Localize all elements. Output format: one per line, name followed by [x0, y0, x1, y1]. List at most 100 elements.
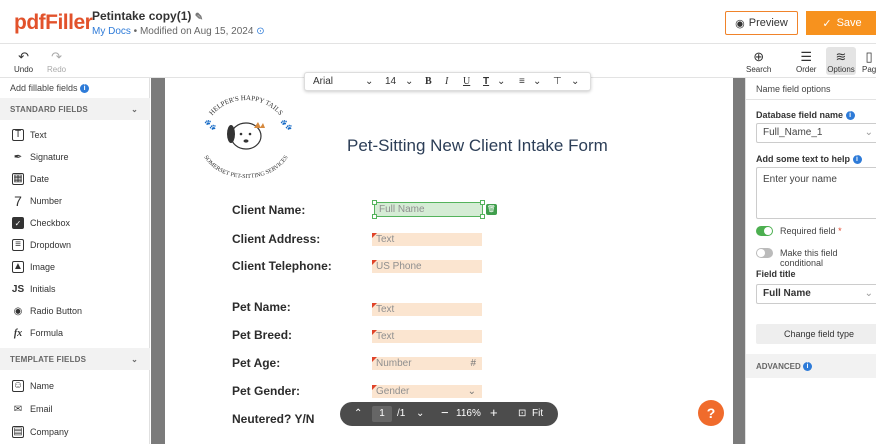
required-toggle[interactable] [756, 226, 773, 236]
zoom-in-button[interactable]: + [490, 405, 498, 420]
client-address-field[interactable]: Text [372, 233, 482, 246]
bold-button[interactable]: B [425, 76, 432, 87]
zoom-level[interactable]: 116% [456, 408, 481, 419]
fit-button[interactable]: Fit [532, 408, 543, 419]
chevron-down-icon[interactable]: ⌄ [571, 76, 579, 87]
resize-handle[interactable] [372, 200, 377, 205]
edit-pencil-icon[interactable]: ✎ [195, 12, 203, 23]
text-color-icon[interactable]: T [483, 76, 489, 87]
redo-button[interactable]: ↷ Redo [47, 50, 66, 75]
dropdown-list-icon: ≡ [12, 239, 24, 251]
undo-button[interactable]: ↶ Undo [14, 50, 34, 75]
template-email[interactable]: ✉ Email [12, 401, 53, 417]
chevron-down-icon[interactable]: ⌄ [365, 76, 373, 87]
italic-button[interactable]: I [445, 76, 448, 87]
pet-age-field[interactable]: Number # [372, 357, 482, 370]
order-button[interactable]: ☰ Order [796, 50, 816, 75]
label-pet-breed: Pet Breed: [232, 328, 293, 342]
number-seven-icon: 7 [14, 193, 22, 209]
info-icon[interactable]: i [852, 155, 862, 165]
resize-handle[interactable] [372, 214, 377, 219]
pet-name-field[interactable]: Text [372, 303, 482, 316]
advanced-section-header[interactable]: ADVANCED i [746, 354, 876, 378]
help-button[interactable]: ? [698, 400, 724, 426]
info-icon[interactable]: i [80, 84, 90, 94]
search-button[interactable]: ⊕ Search [746, 50, 772, 75]
change-field-type-button[interactable]: Change field type [756, 324, 876, 344]
calendar-icon: ▦ [12, 173, 24, 185]
conditional-label: Make this field conditional [780, 248, 838, 268]
resize-handle[interactable] [480, 214, 485, 219]
zoom-out-button[interactable]: − [441, 405, 449, 420]
template-name[interactable]: ☺ Name [12, 378, 54, 394]
field-signature-label: Signature [30, 152, 69, 162]
font-family-select[interactable]: Arial [313, 76, 333, 87]
full-name-placeholder: Full Name [379, 204, 425, 215]
hash-icon: # [470, 358, 476, 369]
standard-fields-header[interactable]: STANDARD FIELDS ⌄ [0, 98, 150, 120]
search-label: Search [746, 65, 772, 74]
field-number[interactable]: 7 Number [12, 193, 62, 209]
client-telephone-field[interactable]: US Phone [372, 260, 482, 273]
full-name-field-selected[interactable]: Full Name [374, 202, 483, 217]
chevron-down-icon[interactable]: ⌄ [497, 76, 505, 87]
label-client-name: Client Name: [232, 203, 306, 217]
delete-field-icon[interactable]: 🗑 [486, 204, 497, 215]
signature-pen-icon: ✒ [13, 151, 23, 163]
pages-button[interactable]: ▯ Pag [862, 50, 876, 75]
field-title-select[interactable]: Full Name ⌄ [756, 284, 876, 304]
db-field-name-label: Database field name i [756, 110, 855, 121]
label-client-address: Client Address: [232, 232, 321, 246]
chevron-down-icon[interactable]: ⌄ [533, 76, 541, 87]
field-signature[interactable]: ✒ Signature [12, 149, 69, 165]
field-radio-button[interactable]: ◉ Radio Button [12, 303, 82, 319]
help-text-label: Add some text to help i [756, 154, 862, 165]
happy-tails-logo: HELPER'S HAPPY TAILS SOMERSET PET-SITTIN… [202, 94, 292, 178]
help-text-area[interactable]: Enter your name [756, 167, 876, 219]
sync-status-icon: ⊙ [256, 26, 265, 37]
field-initials-label: Initials [30, 284, 56, 294]
next-page-icon[interactable]: ⌄ [416, 408, 424, 419]
align-left-icon[interactable]: ≡ [519, 76, 525, 87]
resize-handle[interactable] [480, 200, 485, 205]
page-number-input[interactable]: 1 [372, 406, 392, 422]
checkmark-icon: ✓ [822, 17, 832, 30]
preview-label: Preview [748, 17, 788, 29]
chevron-down-icon[interactable]: ⌄ [405, 76, 413, 87]
field-text[interactable]: T Text [12, 127, 47, 143]
undo-label: Undo [14, 65, 34, 74]
field-initials[interactable]: JS Initials [12, 281, 56, 297]
field-title-value: Full Name [763, 288, 811, 299]
building-icon: ▤ [12, 426, 24, 438]
document-title[interactable]: Petintake copy(1) ✎ [92, 9, 203, 23]
field-placeholder: Text [376, 304, 395, 315]
field-image[interactable]: ▲ Image [12, 259, 55, 275]
info-icon[interactable]: i [802, 362, 812, 372]
field-formula[interactable]: fx Formula [12, 325, 63, 341]
underline-button[interactable]: U [463, 76, 470, 87]
options-button[interactable]: ≋ Options [826, 47, 856, 75]
save-button[interactable]: ✓ Save [806, 11, 876, 35]
conditional-toggle[interactable] [756, 248, 773, 258]
field-date[interactable]: ▦ Date [12, 171, 49, 187]
field-checkbox[interactable]: ✓ Checkbox [12, 215, 70, 231]
preview-button[interactable]: ◉ Preview [725, 11, 798, 35]
pet-gender-dropdown[interactable]: Gender ⌄ [372, 385, 482, 398]
font-size-select[interactable]: 14 [385, 76, 396, 87]
vertical-align-icon[interactable]: ⊤ [553, 76, 562, 87]
prev-page-icon[interactable]: ⌃ [354, 408, 362, 419]
fit-icon[interactable]: ⊡ [518, 408, 526, 419]
template-company[interactable]: ▤ Company [12, 424, 69, 440]
db-field-name-select[interactable]: Full_Name_1 ⌄ [756, 123, 876, 143]
pdffiller-logo[interactable]: pdfFiller [14, 11, 93, 35]
db-field-name-value: Full_Name_1 [763, 127, 823, 138]
template-fields-header[interactable]: TEMPLATE FIELDS ⌄ [0, 348, 150, 370]
my-docs-link[interactable]: My Docs [92, 26, 131, 37]
db-field-name-text: Database field name [756, 110, 844, 120]
pet-breed-field[interactable]: Text [372, 330, 482, 343]
checkbox-icon: ✓ [12, 217, 24, 229]
info-icon[interactable]: i [845, 111, 855, 121]
text-box-icon: T [12, 129, 24, 141]
field-dropdown[interactable]: ≡ Dropdown [12, 237, 71, 253]
required-label: Required field * [780, 226, 842, 236]
